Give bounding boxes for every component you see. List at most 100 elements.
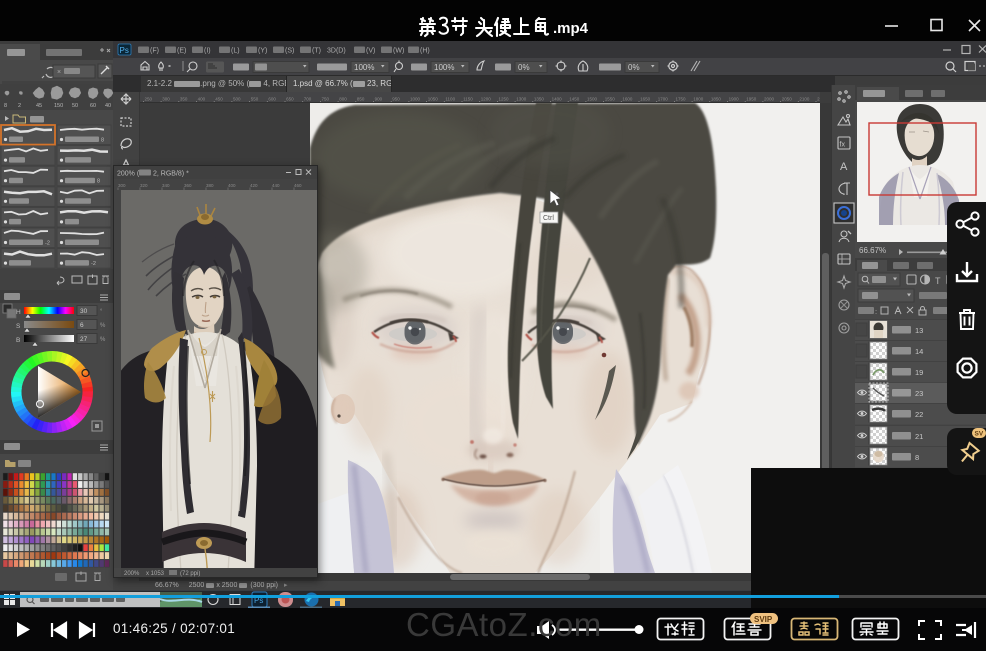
svg-text:320: 320: [140, 183, 148, 188]
svg-text:350: 350: [180, 97, 188, 102]
svg-text:27: 27: [80, 336, 88, 343]
svg-text:23: 23: [915, 389, 923, 398]
svg-text:340: 340: [162, 183, 170, 188]
svg-text:%: %: [100, 337, 106, 343]
svg-text:(V): (V): [366, 48, 375, 55]
svg-text:1950: 1950: [746, 97, 757, 102]
svg-text:500: 500: [233, 97, 241, 102]
svg-text:1100: 1100: [445, 97, 455, 102]
svg-text:200% (: 200% (: [117, 171, 140, 178]
svg-text:550: 550: [251, 97, 259, 102]
svg-text:700: 700: [304, 97, 312, 102]
svg-text:(L): (L): [231, 48, 240, 55]
svg-text:420: 420: [250, 183, 258, 188]
svg-text:T: T: [935, 276, 941, 286]
svg-text:850: 850: [357, 97, 365, 102]
svg-text:6: 6: [80, 322, 84, 329]
svg-text:1300: 1300: [516, 97, 527, 102]
svg-text:250: 250: [145, 97, 153, 102]
svg-text:8: 8: [101, 138, 104, 144]
svg-text:2: 2: [18, 103, 21, 109]
svg-text:1500: 1500: [587, 97, 598, 102]
svg-text:450: 450: [215, 97, 223, 102]
svg-text:(H): (H): [420, 48, 430, 55]
svg-text:(T): (T): [312, 48, 321, 55]
svg-text:1800: 1800: [693, 97, 704, 102]
svg-text:400: 400: [198, 97, 206, 102]
svg-text:2050: 2050: [782, 97, 793, 102]
svg-text:1450: 1450: [569, 97, 580, 102]
svg-text:100%: 100%: [354, 63, 374, 72]
svg-text:200%: 200%: [124, 571, 140, 577]
svg-text:1350: 1350: [534, 97, 545, 102]
svg-text:H: H: [16, 309, 21, 316]
svg-text:13: 13: [915, 326, 923, 335]
svg-text:50: 50: [72, 103, 78, 109]
svg-text:1600: 1600: [622, 97, 633, 102]
svg-text:900: 900: [375, 97, 383, 102]
svg-text:0%: 0%: [518, 63, 530, 72]
svg-text:22: 22: [915, 410, 923, 419]
svg-text:300: 300: [162, 97, 170, 102]
svg-text::: :: [875, 307, 877, 316]
svg-text:150: 150: [54, 103, 63, 109]
svg-text:1000: 1000: [410, 97, 421, 102]
svg-text:800: 800: [339, 97, 347, 102]
svg-text:1750: 1750: [676, 97, 687, 102]
svg-text:21: 21: [915, 432, 923, 441]
svg-text:19: 19: [915, 368, 923, 377]
svg-text:45: 45: [36, 103, 42, 109]
svg-text:750: 750: [322, 97, 330, 102]
svg-text:2100: 2100: [799, 97, 810, 102]
svg-text:2000: 2000: [764, 97, 775, 102]
svg-text:1050: 1050: [428, 97, 439, 102]
svg-text:650: 650: [286, 97, 294, 102]
svg-text:.mp4: .mp4: [553, 20, 589, 37]
svg-text:0%: 0%: [628, 63, 640, 72]
svg-text:8: 8: [915, 453, 919, 462]
svg-text:60: 60: [90, 103, 96, 109]
svg-text:S: S: [16, 323, 21, 330]
svg-text:40: 40: [105, 103, 111, 109]
svg-text:440: 440: [272, 183, 280, 188]
svg-text:100%: 100%: [434, 63, 454, 72]
svg-text:(I): (I): [204, 48, 211, 55]
svg-text:1400: 1400: [552, 97, 563, 102]
svg-text:(Y): (Y): [258, 48, 267, 55]
svg-text:×: ×: [57, 69, 61, 76]
svg-text:400: 400: [228, 183, 236, 188]
svg-text:1250: 1250: [499, 97, 510, 102]
svg-text:460: 460: [294, 183, 302, 188]
svg-text:1700: 1700: [658, 97, 669, 102]
svg-text:600: 600: [268, 97, 276, 102]
svg-text:8: 8: [97, 179, 100, 185]
svg-text:950: 950: [392, 97, 400, 102]
svg-text:1850: 1850: [711, 97, 722, 102]
svg-text:14: 14: [915, 347, 923, 356]
svg-text:(F): (F): [150, 48, 159, 55]
svg-text:30: 30: [80, 308, 88, 315]
svg-text:B: B: [16, 337, 20, 344]
svg-text:SVIP: SVIP: [754, 615, 773, 624]
svg-text:3D(D): 3D(D): [327, 48, 346, 55]
svg-text:(W): (W): [393, 48, 404, 55]
svg-text:66.67%: 66.67%: [859, 246, 886, 255]
svg-text:8: 8: [4, 103, 7, 109]
svg-text:fx: fx: [840, 142, 846, 149]
svg-text:A: A: [840, 161, 848, 173]
svg-text:(S): (S): [285, 48, 294, 55]
svg-text:(72 ppi): (72 ppi): [180, 571, 200, 577]
svg-text:Ps: Ps: [120, 46, 129, 55]
svg-text:360: 360: [184, 183, 192, 188]
svg-text:1900: 1900: [729, 97, 740, 102]
svg-text:(E): (E): [177, 48, 186, 55]
svg-text:2150: 2150: [817, 97, 820, 102]
svg-text:2, RGB/8) *: 2, RGB/8) *: [153, 171, 189, 178]
svg-text:1650: 1650: [640, 97, 651, 102]
svg-text:SV: SV: [975, 431, 984, 438]
svg-text:1550: 1550: [605, 97, 616, 102]
svg-text:1150: 1150: [463, 97, 473, 102]
svg-text:380: 380: [206, 183, 214, 188]
svg-text:%: %: [100, 323, 106, 329]
svg-text:-2: -2: [45, 241, 50, 247]
